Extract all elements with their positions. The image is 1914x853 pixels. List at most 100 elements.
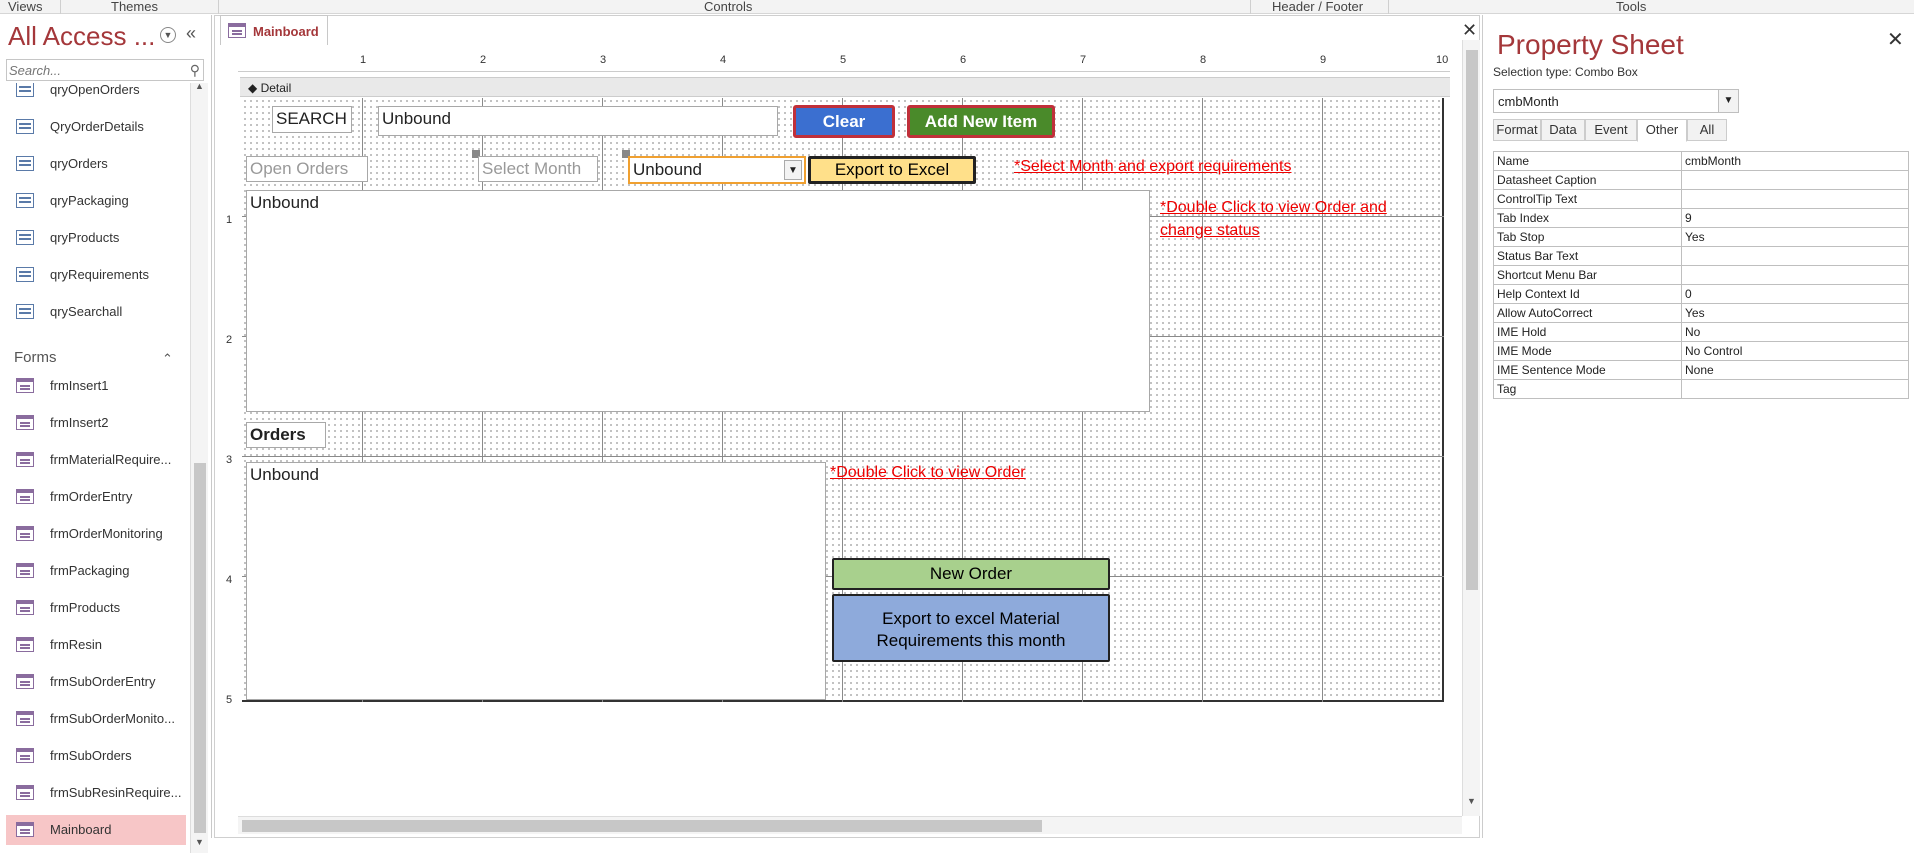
nav-item-frmOrderMonitoring[interactable]: frmOrderMonitoring: [6, 519, 186, 549]
form-icon: [16, 378, 34, 393]
nav-item-frmSubOrderMonito[interactable]: frmSubOrderMonito...: [6, 704, 186, 734]
nav-item-frmResin[interactable]: frmResin: [6, 630, 186, 660]
property-row[interactable]: Name cmbMonth: [1493, 151, 1909, 171]
nav-item-qryProducts[interactable]: qryProducts: [6, 223, 186, 253]
month-combobox[interactable]: Unbound ▼: [628, 156, 806, 184]
nav-pane-title[interactable]: All Access ...: [8, 21, 155, 52]
nav-item-qryPackaging[interactable]: qryPackaging: [6, 186, 186, 216]
nav-item-frmInsert2[interactable]: frmInsert2: [6, 408, 186, 438]
property-row[interactable]: Tab Index 9: [1493, 208, 1909, 228]
nav-item-frmMaterialRequire[interactable]: frmMaterialRequire...: [6, 445, 186, 475]
property-value[interactable]: 9: [1681, 208, 1909, 228]
open-orders-label[interactable]: Open Orders: [246, 156, 368, 182]
nav-item-frmPackaging[interactable]: frmPackaging: [6, 556, 186, 586]
tab-event[interactable]: Event: [1585, 119, 1637, 141]
nav-item-qrySearchall[interactable]: qrySearchall: [6, 297, 186, 327]
property-value[interactable]: Yes: [1681, 227, 1909, 247]
nav-item-frmSubResinRequire[interactable]: frmSubResinRequire...: [6, 778, 186, 808]
nav-scrollbar-thumb[interactable]: [194, 463, 206, 833]
property-row[interactable]: Datasheet Caption: [1493, 170, 1909, 190]
ruler-number: 5: [226, 694, 233, 706]
nav-item-Mainboard[interactable]: Mainboard: [6, 815, 186, 845]
property-row[interactable]: ControlTip Text: [1493, 189, 1909, 209]
property-value[interactable]: [1681, 170, 1909, 190]
scroll-down-icon[interactable]: ▼: [195, 837, 204, 847]
collapse-pane-icon[interactable]: «: [186, 24, 196, 42]
search-textbox[interactable]: Unbound: [378, 106, 778, 136]
property-row[interactable]: IME Sentence Mode None: [1493, 360, 1909, 380]
nav-item-qryRequirements[interactable]: qryRequirements: [6, 260, 186, 290]
property-row[interactable]: Tag: [1493, 379, 1909, 399]
ribbon-group-tools: Tools: [1616, 0, 1647, 14]
property-name: Help Context Id: [1493, 284, 1682, 304]
property-row[interactable]: Shortcut Menu Bar: [1493, 265, 1909, 285]
month-combobox-value: Unbound: [633, 160, 703, 179]
detail-section-bar[interactable]: ◆ Detail: [240, 77, 1450, 97]
nav-item-qryOpenOrders[interactable]: qryOpenOrders: [6, 83, 186, 105]
form-design-grid[interactable]: SEARCH Unbound Clear Add New Item Open O…: [242, 98, 1444, 702]
nav-search-input[interactable]: [7, 60, 177, 80]
add-new-item-button[interactable]: Add New Item: [907, 105, 1055, 138]
scroll-down-icon[interactable]: ▼: [1467, 796, 1476, 806]
property-row[interactable]: Allow AutoCorrect Yes: [1493, 303, 1909, 323]
property-value[interactable]: No: [1681, 322, 1909, 342]
property-row[interactable]: IME Mode No Control: [1493, 341, 1909, 361]
new-order-button[interactable]: New Order: [832, 558, 1110, 590]
chevron-down-icon[interactable]: ▼: [1718, 90, 1738, 112]
chevron-down-icon[interactable]: ▼: [784, 160, 802, 180]
tab-format[interactable]: Format: [1493, 119, 1541, 141]
close-document-icon[interactable]: ✕: [1462, 20, 1477, 41]
double-click-note-order: *Double Click to view Order: [830, 464, 1026, 481]
property-value[interactable]: None: [1681, 360, 1909, 380]
export-to-excel-button[interactable]: Export to Excel: [808, 156, 976, 184]
nav-item-frmOrderEntry[interactable]: frmOrderEntry: [6, 482, 186, 512]
property-value[interactable]: [1681, 379, 1909, 399]
orders-label[interactable]: Orders: [246, 422, 326, 448]
ruler-number: 6: [960, 54, 967, 66]
property-value[interactable]: No Control: [1681, 341, 1909, 361]
orders-listbox[interactable]: Unbound: [246, 462, 826, 700]
ribbon-group-labels: Views Themes Controls Header / Footer To…: [0, 0, 1914, 14]
document-horizontal-scrollbar[interactable]: [238, 816, 1462, 834]
tab-data[interactable]: Data: [1541, 119, 1585, 141]
horizontal-scrollbar-thumb[interactable]: [242, 820, 1042, 832]
search-icon[interactable]: ⚲: [190, 62, 200, 79]
search-label[interactable]: SEARCH: [272, 106, 352, 133]
collapse-group-icon[interactable]: ⌃: [162, 351, 173, 367]
query-icon: [16, 304, 34, 319]
property-value[interactable]: [1681, 246, 1909, 266]
nav-item-frmProducts[interactable]: frmProducts: [6, 593, 186, 623]
clear-button[interactable]: Clear: [793, 105, 895, 138]
tab-other[interactable]: Other: [1637, 119, 1687, 142]
nav-item-frmSubOrders[interactable]: frmSubOrders: [6, 741, 186, 771]
nav-scrollbar[interactable]: ▲ ▼: [190, 81, 208, 853]
property-value[interactable]: [1681, 265, 1909, 285]
property-value[interactable]: [1681, 189, 1909, 209]
property-row[interactable]: Status Bar Text: [1493, 246, 1909, 266]
nav-item-qryOrders[interactable]: qryOrders: [6, 149, 186, 179]
nav-item-frmInsert1[interactable]: frmInsert1: [6, 371, 186, 401]
property-row[interactable]: IME Hold No: [1493, 322, 1909, 342]
property-value[interactable]: Yes: [1681, 303, 1909, 323]
vertical-scrollbar-thumb[interactable]: [1466, 50, 1478, 590]
select-month-label[interactable]: Select Month: [478, 156, 598, 182]
property-row[interactable]: Tab Stop Yes: [1493, 227, 1909, 247]
property-value[interactable]: cmbMonth: [1681, 151, 1909, 171]
property-row[interactable]: Help Context Id 0: [1493, 284, 1909, 304]
ruler-number: 7: [1080, 54, 1087, 66]
property-name: Tab Index: [1493, 208, 1682, 228]
nav-item-QryOrderDetails[interactable]: QryOrderDetails: [6, 112, 186, 142]
tab-all[interactable]: All: [1687, 119, 1727, 141]
close-icon[interactable]: ✕: [1887, 27, 1904, 52]
control-selector-combobox[interactable]: cmbMonth ▼: [1493, 89, 1739, 113]
open-orders-listbox[interactable]: Unbound: [246, 190, 1150, 412]
nav-group-forms[interactable]: Forms: [14, 349, 57, 366]
property-name: Tab Stop: [1493, 227, 1682, 247]
chevron-down-icon[interactable]: ▼: [160, 27, 176, 43]
property-value[interactable]: 0: [1681, 284, 1909, 304]
document-vertical-scrollbar[interactable]: ▼: [1462, 40, 1480, 816]
scroll-up-icon[interactable]: ▲: [195, 81, 204, 91]
export-material-requirements-button[interactable]: Export to excel Material Requirements th…: [832, 594, 1110, 662]
nav-item-frmSubOrderEntry[interactable]: frmSubOrderEntry: [6, 667, 186, 697]
tab-mainboard[interactable]: Mainboard: [220, 15, 328, 45]
